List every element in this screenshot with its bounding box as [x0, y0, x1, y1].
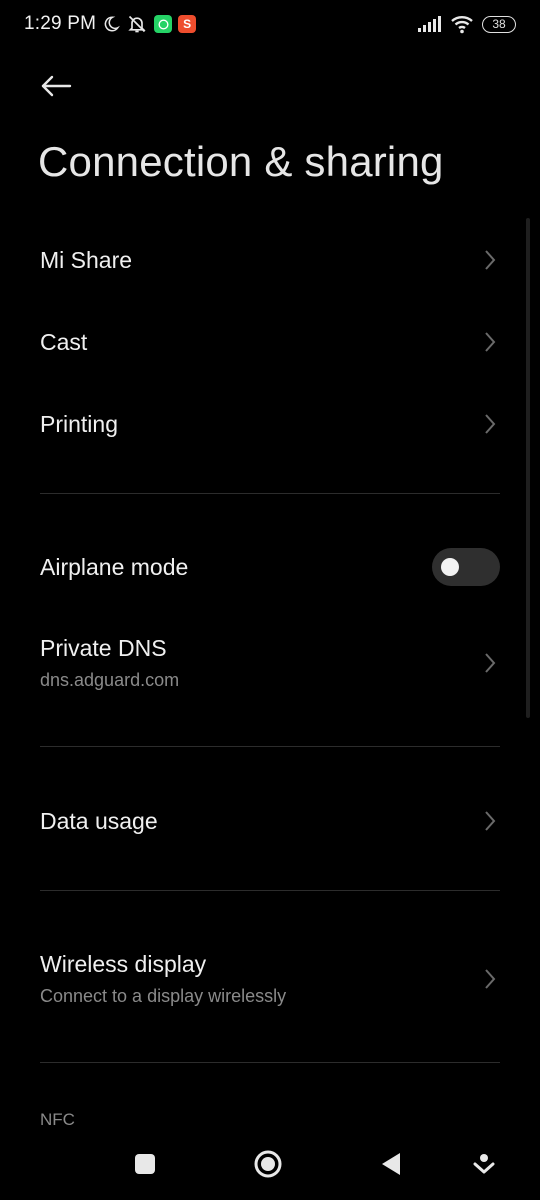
settings-item-wireless-display[interactable]: Wireless display Connect to a display wi… — [40, 948, 500, 1010]
item-label: Private DNS — [40, 635, 167, 661]
back-icon — [382, 1153, 400, 1175]
recent-apps-button[interactable] — [127, 1146, 163, 1182]
status-bar: 1:29 PM S 38 — [0, 0, 540, 48]
recent-apps-icon — [135, 1154, 155, 1174]
home-icon — [254, 1150, 282, 1178]
item-label: Printing — [40, 410, 118, 437]
section-header-nfc: NFC — [40, 1110, 75, 1129]
divider — [40, 1062, 500, 1063]
shopee-icon: S — [178, 15, 197, 33]
divider — [40, 890, 500, 891]
item-subtitle: dns.adguard.com — [40, 670, 180, 690]
settings-screen: 1:29 PM S 38 Connection & sharing Mi Sha… — [0, 0, 540, 1200]
item-subtitle: Connect to a display wirelessly — [40, 986, 287, 1006]
chevron-right-icon — [480, 649, 500, 677]
navigation-bar — [0, 1130, 540, 1200]
signal-icon — [416, 15, 442, 33]
battery-icon: 38 — [482, 15, 516, 33]
settings-item-private-dns[interactable]: Private DNS dns.adguard.com — [40, 633, 500, 693]
airplane-mode-toggle[interactable] — [432, 548, 500, 586]
chevron-right-icon — [480, 807, 500, 835]
chevron-right-icon — [480, 328, 500, 356]
nav-back-button[interactable] — [373, 1146, 409, 1182]
wifi-icon — [450, 14, 474, 34]
chevron-right-icon — [480, 246, 500, 274]
arrow-left-icon — [41, 75, 72, 97]
home-button[interactable] — [250, 1146, 286, 1182]
divider — [40, 493, 500, 494]
scrollbar[interactable] — [526, 218, 530, 718]
settings-item-printing[interactable]: Printing — [40, 404, 500, 444]
assistant-button[interactable] — [466, 1146, 502, 1182]
settings-item-airplane-mode[interactable]: Airplane mode — [40, 547, 500, 587]
settings-item-mi-share[interactable]: Mi Share — [40, 240, 500, 280]
toggle-knob — [441, 558, 459, 576]
chevron-right-icon — [480, 410, 500, 438]
item-label: Airplane mode — [40, 553, 189, 580]
settings-item-data-usage[interactable]: Data usage — [40, 801, 500, 841]
item-label: Data usage — [40, 807, 158, 834]
divider — [40, 746, 500, 747]
item-label: Mi Share — [40, 246, 133, 273]
item-label: Wireless display — [40, 951, 207, 977]
chevron-right-icon — [480, 965, 500, 993]
moon-icon — [102, 15, 121, 33]
assistant-icon — [473, 1154, 495, 1174]
page-title: Connection & sharing — [38, 138, 444, 185]
item-label: Cast — [40, 328, 88, 355]
settings-item-cast[interactable]: Cast — [40, 322, 500, 362]
back-button[interactable] — [36, 66, 76, 106]
whatsapp-icon — [154, 15, 173, 33]
bell-off-icon — [126, 14, 148, 34]
status-time: 1:29 PM — [24, 13, 97, 34]
